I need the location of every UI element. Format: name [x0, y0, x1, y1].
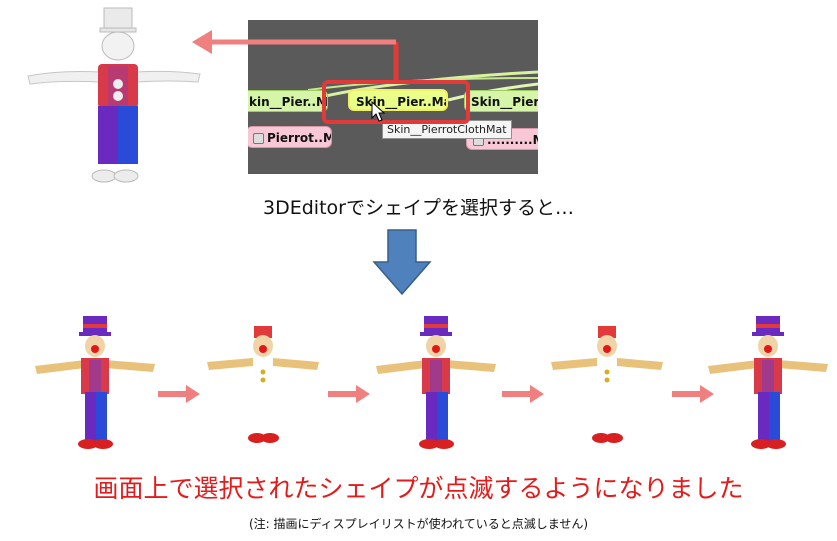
frame-head-only-2 [551, 326, 663, 443]
arrow-left-icon [192, 30, 212, 54]
selection-highlight-box [322, 80, 470, 124]
frame-head-only-1 [207, 326, 319, 443]
highlight-overlay [192, 30, 470, 124]
animation-sequence [35, 316, 828, 449]
frame-full-character-3 [708, 316, 828, 449]
mouse-cursor-icon [371, 100, 386, 122]
caption-note: (注: 描画にディスプレイリストが使われていると点滅しません) [248, 517, 589, 531]
caption-select-shape: 3DEditorでシェイプを選択すると… [263, 197, 574, 219]
arrow-down-icon [372, 229, 432, 296]
arrow-right-icon [672, 385, 714, 403]
arrow-right-icon [502, 385, 544, 403]
frame-full-character-1 [35, 316, 155, 449]
arrow-right-icon [328, 385, 370, 403]
frame-full-character-2 [376, 316, 496, 449]
caption-result: 画面上で選択されたシェイプが点滅するようになりました [93, 474, 744, 503]
arrow-right-icon [158, 385, 200, 403]
